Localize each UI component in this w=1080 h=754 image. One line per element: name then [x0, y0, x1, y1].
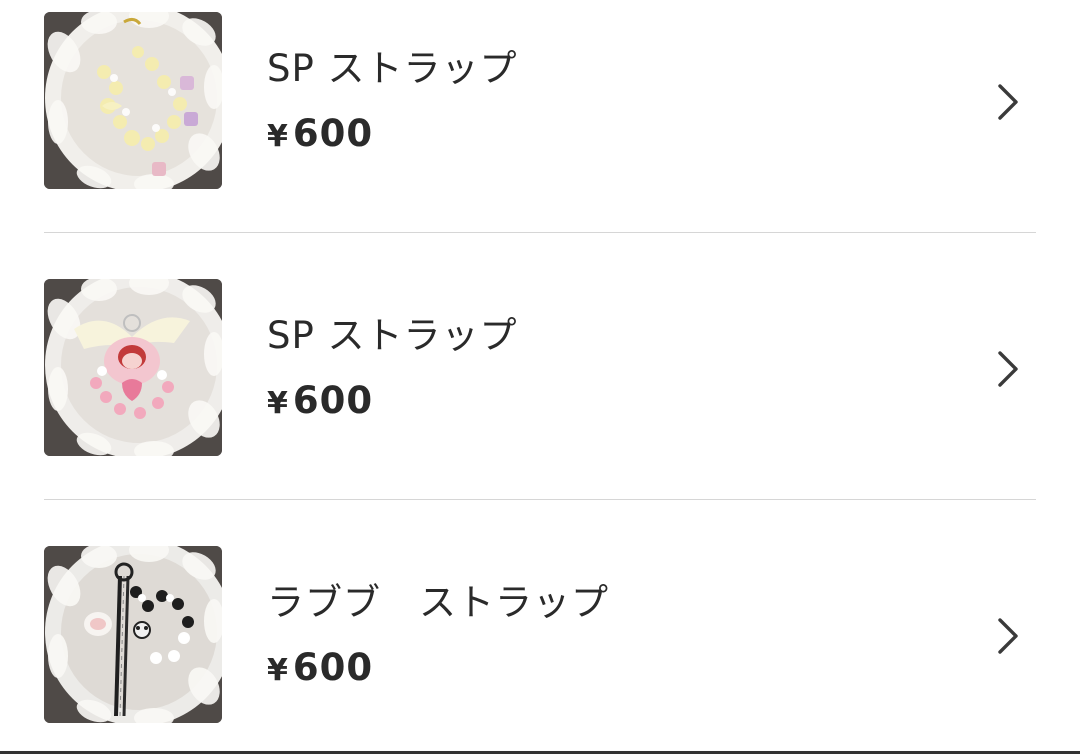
product-title: SP ストラップ: [267, 47, 518, 90]
price-value: 600: [292, 379, 374, 422]
product-image-strap-cream: [44, 12, 222, 189]
product-list: SP ストラップ ¥600 SP ストラップ ¥ 600 ラブブ ストラップ ¥…: [0, 0, 1080, 754]
price-value: 600: [292, 646, 374, 689]
product-image-strap-mono: [44, 546, 222, 723]
list-item[interactable]: SP ストラップ ¥600: [0, 0, 1080, 233]
product-price: ¥600: [267, 646, 373, 693]
price-value: 600: [292, 112, 374, 155]
product-title: ラブブ ストラップ: [267, 581, 609, 624]
chevron-right-icon[interactable]: [993, 349, 1023, 389]
list-item[interactable]: SP ストラップ ¥600: [0, 234, 1080, 500]
product-title: SP ストラップ: [267, 314, 518, 357]
product-thumbnail: [44, 279, 222, 456]
chevron-right-icon[interactable]: [993, 616, 1023, 656]
divider: [44, 499, 1036, 500]
product-image-strap-pink: [44, 279, 222, 456]
currency-symbol: ¥: [267, 119, 289, 154]
list-item[interactable]: ラブブ ストラップ ¥600: [0, 501, 1080, 754]
product-thumbnail: [44, 546, 222, 723]
product-price: ¥600: [267, 112, 373, 159]
currency-symbol: ¥: [267, 386, 289, 421]
product-thumbnail: [44, 12, 222, 189]
product-price: ¥600: [267, 379, 373, 426]
chevron-right-icon[interactable]: [993, 82, 1023, 122]
divider: [44, 232, 1036, 233]
currency-symbol: ¥: [267, 653, 289, 688]
